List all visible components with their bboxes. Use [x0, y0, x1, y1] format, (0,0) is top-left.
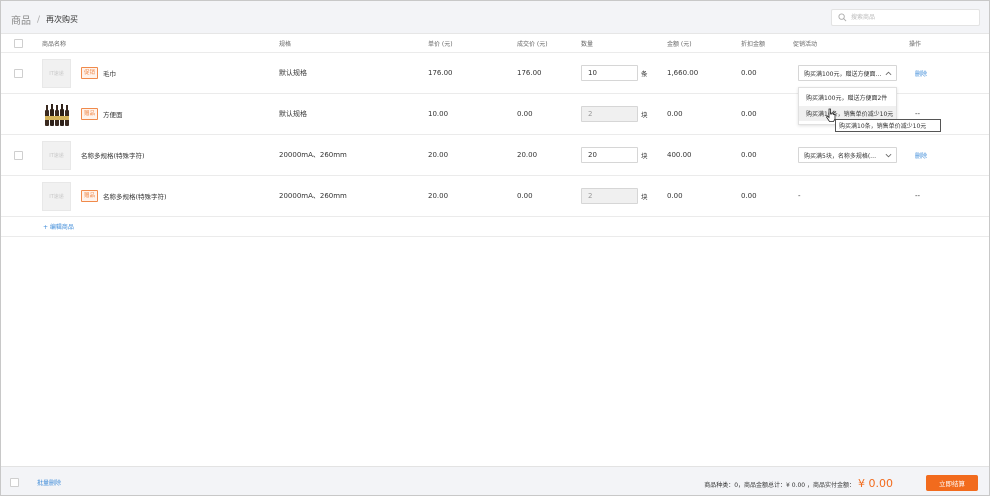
order-summary: 商品种类：0，商品金额总计：¥ 0.00 ，商品实付金额： ¥ 0.00	[704, 477, 893, 490]
promo-tag: 促销	[81, 67, 99, 79]
hand-cursor-icon	[825, 108, 836, 122]
total-amount: ¥ 0.00	[858, 477, 893, 490]
quantity-unit: 块	[641, 152, 648, 160]
footer-select-all-checkbox[interactable]	[10, 478, 19, 487]
discount: 0.00	[741, 192, 757, 200]
quantity-unit: 块	[641, 193, 648, 201]
amount: 400.00	[667, 151, 692, 159]
promotion-none: -	[798, 192, 801, 200]
action-placeholder: --	[915, 192, 921, 200]
unit-price: 20.00	[428, 192, 449, 200]
product-name: 方便面	[103, 111, 123, 119]
breadcrumb-separator: /	[37, 14, 41, 25]
col-deal-price: 成交价 (元)	[517, 40, 548, 48]
search-input[interactable]	[851, 12, 976, 23]
quantity-input	[581, 106, 638, 122]
gift-tag: 赠品	[81, 108, 99, 120]
amount: 0.00	[667, 192, 683, 200]
table-row: IT速递 名称多规格(特殊字符) 20000mA、260mm 20.00 20.…	[1, 135, 989, 176]
col-product-name: 商品名称	[42, 40, 67, 48]
search-box[interactable]	[831, 9, 980, 26]
summary-text: 商品种类：0，商品金额总计：¥ 0.00 ，商品实付金额：	[704, 482, 855, 489]
spec: 默认规格	[279, 110, 307, 118]
promotion-select-value: 购买满100元，赠送方便面…	[804, 70, 882, 78]
promotion-option[interactable]: 购买满100元，赠送方便面2件	[799, 90, 896, 105]
product-name: 毛巾	[103, 70, 117, 78]
promotion-tooltip: 购买满10条，销售单价减少10元	[835, 119, 941, 132]
promotion-select[interactable]: 购买满100元，赠送方便面…	[798, 65, 897, 81]
spec: 默认规格	[279, 69, 307, 77]
select-all-checkbox[interactable]	[14, 38, 23, 48]
deal-price: 0.00	[517, 192, 533, 200]
footer-bar: 批量删除 商品种类：0，商品金额总计：¥ 0.00 ，商品实付金额： ¥ 0.0…	[1, 466, 989, 495]
product-thumbnail: IT速递	[42, 58, 71, 88]
table-row: IT速递 赠品 名称多规格(特殊字符) 20000mA、260mm 20.00 …	[1, 176, 989, 217]
breadcrumb: 商品 / 再次购买	[11, 12, 79, 28]
col-promotion: 促销活动	[793, 40, 818, 48]
search-icon	[838, 13, 847, 22]
row-checkbox[interactable]	[14, 68, 23, 78]
settle-button[interactable]: 立即结算	[926, 475, 978, 491]
quantity-unit: 条	[641, 70, 648, 78]
row-checkbox[interactable]	[14, 150, 23, 160]
top-bar: 商品 / 再次购买	[1, 1, 989, 34]
discount: 0.00	[741, 110, 757, 118]
app-window: 商品 / 再次购买 商品名称 规格 单价 (元) 成交价 (元) 数量 金额 (…	[0, 0, 990, 496]
col-unit-price: 单价 (元)	[428, 40, 453, 48]
spec: 20000mA、260mm	[279, 151, 347, 159]
amount: 1,660.00	[667, 69, 699, 77]
edit-products-link[interactable]: + 编辑商品	[43, 222, 74, 231]
table-header: 商品名称 规格 单价 (元) 成交价 (元) 数量 金额 (元) 折扣金额 促销…	[1, 34, 989, 53]
unit-price: 20.00	[428, 151, 449, 159]
gift-tag: 赠品	[81, 190, 99, 202]
discount: 0.00	[741, 69, 757, 77]
deal-price: 176.00	[517, 69, 542, 77]
product-image	[42, 99, 71, 129]
edit-products-row: + 编辑商品	[1, 217, 989, 237]
product-thumbnail: IT速递	[42, 181, 71, 211]
col-discount: 折扣金额	[741, 40, 766, 48]
quantity-input[interactable]	[581, 147, 638, 163]
batch-delete-link[interactable]: 批量删除	[37, 478, 61, 487]
col-quantity: 数量	[581, 40, 594, 48]
col-action: 操作	[909, 40, 922, 48]
col-spec: 规格	[279, 40, 292, 48]
unit-price: 176.00	[428, 69, 453, 77]
spec: 20000mA、260mm	[279, 192, 347, 200]
deal-price: 20.00	[517, 151, 538, 159]
product-name: 名称多规格(特殊字符)	[81, 152, 145, 160]
delete-link[interactable]: 删除	[915, 151, 927, 160]
amount: 0.00	[667, 110, 683, 118]
promotion-select-value: 购买满5块，名称多规格(…	[804, 152, 877, 160]
chevron-down-icon	[885, 153, 892, 158]
col-amount: 金额 (元)	[667, 40, 692, 48]
product-thumbnail: IT速递	[42, 140, 71, 170]
delete-link[interactable]: 删除	[915, 69, 927, 78]
breadcrumb-current: 再次购买	[46, 15, 79, 24]
unit-price: 10.00	[428, 110, 449, 118]
chevron-up-icon	[885, 71, 892, 76]
discount: 0.00	[741, 151, 757, 159]
promotion-select[interactable]: 购买满5块，名称多规格(…	[798, 147, 897, 163]
quantity-unit: 块	[641, 111, 648, 119]
product-name: 名称多规格(特殊字符)	[103, 193, 167, 201]
quantity-input	[581, 188, 638, 204]
deal-price: 0.00	[517, 110, 533, 118]
breadcrumb-root[interactable]: 商品	[11, 12, 31, 27]
quantity-input[interactable]	[581, 65, 638, 81]
